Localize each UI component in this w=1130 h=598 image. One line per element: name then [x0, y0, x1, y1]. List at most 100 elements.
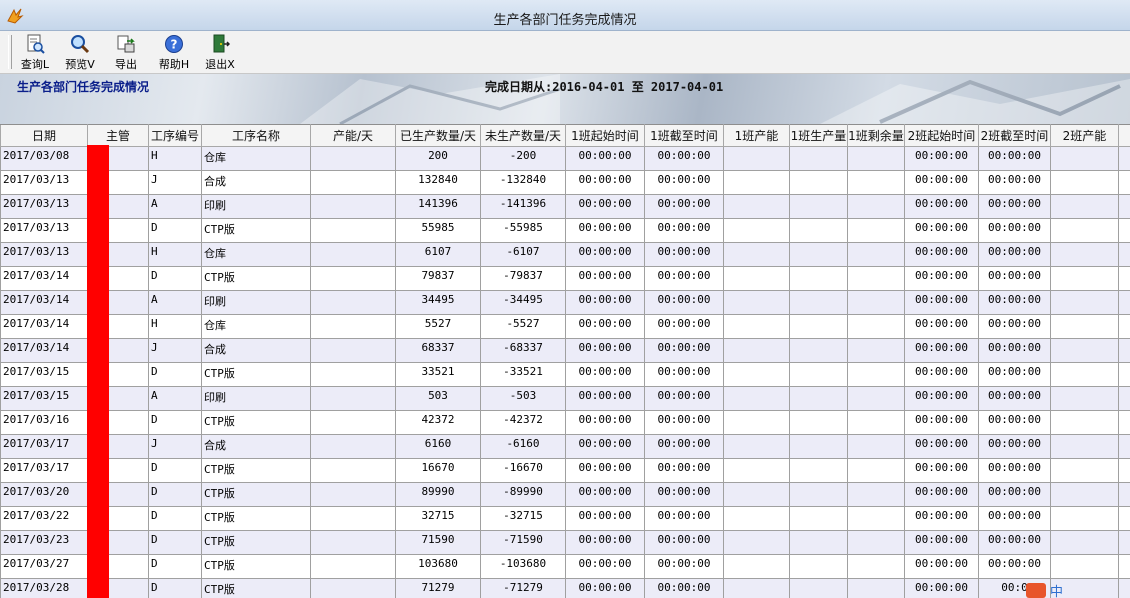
cell-shift1-remaining: [847, 314, 905, 339]
cell-shift1-end: 00:00:00: [644, 482, 724, 507]
help-icon: ?: [165, 35, 183, 53]
cell-produced: 34495: [395, 290, 481, 315]
cell-shift1-start: 00:00:00: [565, 386, 645, 411]
cell-shift1-remaining: [847, 458, 905, 483]
table-row[interactable]: 2017/03/16文DCTP版42372-4237200:00:0000:00…: [0, 410, 1130, 435]
cell-unproduced: -6160: [480, 434, 566, 459]
cell-shift1-capacity: [723, 410, 790, 435]
cell-shift2-start: 00:00:00: [904, 170, 979, 195]
cell-shift1-end: 00:00:00: [644, 314, 724, 339]
cell-produced: 42372: [395, 410, 481, 435]
column-header[interactable]: 1班生产量: [789, 124, 848, 147]
table-row[interactable]: 2017/03/13峰J合成132840-13284000:00:0000:00…: [0, 170, 1130, 195]
data-grid[interactable]: 日期 主管 工序编号 工序名称 产能/天 已生产数量/天 未生产数量/天 1班起始时间 1班截至…: [0, 124, 1130, 598]
cell-extra: [1118, 482, 1130, 507]
table-row[interactable]: 2017/03/23文DCTP版71590-7159000:00:0000:00…: [0, 530, 1130, 555]
table-row[interactable]: 2017/03/13华A印刷141396-14139600:00:0000:00…: [0, 194, 1130, 219]
cell-process-name: 仓库: [201, 146, 311, 171]
cell-capacity: [310, 482, 396, 507]
column-header[interactable]: 2班截至时间: [978, 124, 1051, 147]
column-header[interactable]: 工序编号: [148, 124, 202, 147]
column-header[interactable]: 1班截至时间: [644, 124, 724, 147]
table-row[interactable]: 2017/03/15文DCTP版33521-3352100:00:0000:00…: [0, 362, 1130, 387]
cell-shift2-end: 00:00:00: [978, 410, 1051, 435]
table-row[interactable]: 2017/03/20文DCTP版89990-8999000:00:0000:00…: [0, 482, 1130, 507]
cell-shift1-end: 00:00:00: [644, 386, 724, 411]
cell-extra: [1118, 386, 1130, 411]
cell-shift2-start: 00:00:00: [904, 290, 979, 315]
preview-button[interactable]: 预览V: [60, 34, 100, 72]
cell-date: 2017/03/13: [0, 218, 88, 243]
column-header[interactable]: 2班产能: [1050, 124, 1119, 147]
cell-date: 2017/03/15: [0, 362, 88, 387]
cell-shift2-start: 00:00:00: [904, 386, 979, 411]
column-header[interactable]: 工序名称: [201, 124, 311, 147]
cell-shift2-start: 00:00:00: [904, 506, 979, 531]
column-header[interactable]: 2: [1118, 124, 1130, 147]
cell-shift1-start: 00:00:00: [565, 242, 645, 267]
cell-shift2-end: 00:00:00: [978, 170, 1051, 195]
table-row[interactable]: 2017/03/14文DCTP版79837-7983700:00:0000:00…: [0, 266, 1130, 291]
cell-process-code: J: [148, 170, 202, 195]
cell-shift1-capacity: [723, 266, 790, 291]
cell-shift2-capacity: [1050, 458, 1119, 483]
cell-shift2-start: 00:00:00: [904, 410, 979, 435]
cell-unproduced: -71279: [480, 578, 566, 598]
cell-shift1-start: 00:00:00: [565, 554, 645, 579]
toolbar-grip[interactable]: [8, 35, 12, 69]
cell-process-code: A: [148, 194, 202, 219]
cell-shift1-remaining: [847, 170, 905, 195]
cell-process-name: CTP版: [201, 506, 311, 531]
cell-process-code: D: [148, 266, 202, 291]
table-row[interactable]: 2017/03/22文DCTP版32715-3271500:00:0000:00…: [0, 506, 1130, 531]
date-range-label: 完成日期从:2016-04-01 至 2017-04-01: [485, 80, 724, 94]
table-row[interactable]: 2017/03/17峰J合成6160-616000:00:0000:00:000…: [0, 434, 1130, 459]
query-button[interactable]: 查询L: [15, 34, 55, 72]
table-row[interactable]: 2017/03/08 H 仓库 200 -200 00:00:00 00:00:00 00:0…: [0, 146, 1130, 171]
table-row[interactable]: 2017/03/13 H 仓库 6107 -6107 00:00:00 00:00:00 00…: [0, 242, 1130, 267]
cell-shift1-end: 00:00:00: [644, 290, 724, 315]
export-button[interactable]: 导出: [106, 34, 146, 72]
column-header[interactable]: 产能/天: [310, 124, 396, 147]
cell-shift1-output: [789, 410, 848, 435]
table-row[interactable]: 2017/03/14 H 仓库 5527 -5527 00:00:00 00:00:00 00…: [0, 314, 1130, 339]
cell-date: 2017/03/13: [0, 242, 88, 267]
column-header[interactable]: 2班起始时间: [904, 124, 979, 147]
column-header[interactable]: 未生产数量/天: [480, 124, 566, 147]
table-row[interactable]: 2017/03/14峰J合成68337-6833700:00:0000:00:0…: [0, 338, 1130, 363]
cell-shift2-start: 00:00:00: [904, 530, 979, 555]
cell-process-name: CTP版: [201, 410, 311, 435]
column-header[interactable]: 主管: [87, 124, 149, 147]
table-row[interactable]: 2017/03/27文DCTP版103680-10368000:00:0000:…: [0, 554, 1130, 579]
cell-process-name: CTP版: [201, 362, 311, 387]
table-row[interactable]: 2017/03/15权A印刷503-50300:00:0000:00:0000:…: [0, 386, 1130, 411]
cell-shift1-end: 00:00:00: [644, 506, 724, 531]
help-button-label: 帮助H: [158, 58, 190, 71]
cell-shift1-capacity: [723, 314, 790, 339]
help-button[interactable]: ? 帮助H: [154, 34, 194, 72]
cell-date: 2017/03/13: [0, 194, 88, 219]
table-row[interactable]: 2017/03/13文DCTP版55985-5598500:00:0000:00…: [0, 218, 1130, 243]
column-header[interactable]: 已生产数量/天: [395, 124, 481, 147]
exit-door-icon: [213, 34, 230, 53]
cell-shift1-output: [789, 266, 848, 291]
cell-shift1-capacity: [723, 194, 790, 219]
table-row[interactable]: 2017/03/17文DCTP版16670-1667000:00:0000:00…: [0, 458, 1130, 483]
cell-process-name: 合成: [201, 170, 311, 195]
column-header[interactable]: 1班剩余量: [847, 124, 905, 147]
cell-capacity: [310, 218, 396, 243]
column-header[interactable]: 1班起始时间: [565, 124, 645, 147]
cell-capacity: [310, 146, 396, 171]
column-header[interactable]: 日期: [0, 124, 88, 147]
table-row[interactable]: 2017/03/28文DCTP版71279-7127900:00:0000:00…: [0, 578, 1130, 598]
cell-shift1-output: [789, 194, 848, 219]
table-row[interactable]: 2017/03/14权A印刷34495-3449500:00:0000:00:0…: [0, 290, 1130, 315]
cell-shift1-start: 00:00:00: [565, 266, 645, 291]
column-header[interactable]: 1班产能: [723, 124, 790, 147]
cell-capacity: [310, 506, 396, 531]
cell-process-name: 仓库: [201, 242, 311, 267]
cell-date: 2017/03/27: [0, 554, 88, 579]
cell-shift1-end: 00:00:00: [644, 362, 724, 387]
cell-shift1-start: 00:00:00: [565, 218, 645, 243]
exit-button[interactable]: 退出X: [200, 34, 240, 72]
